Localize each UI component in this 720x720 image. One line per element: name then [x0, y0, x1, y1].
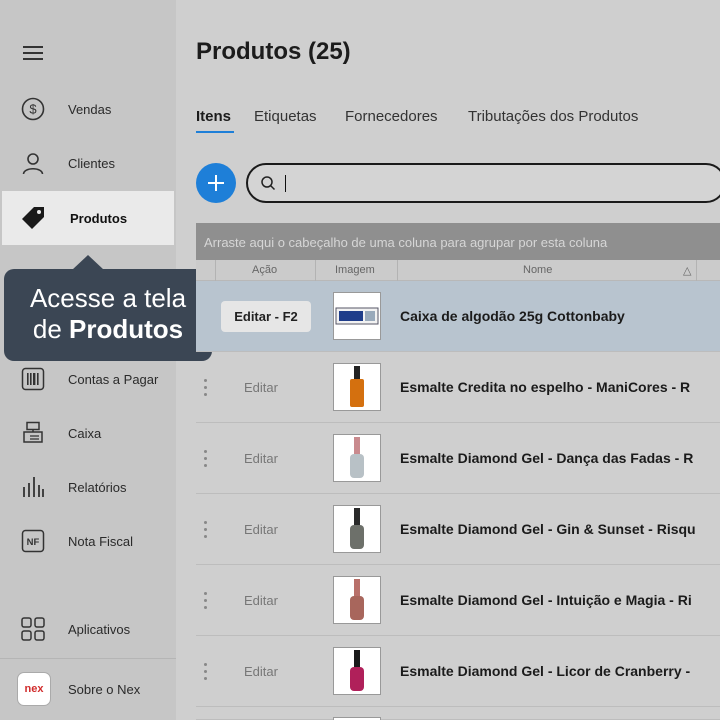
row-menu-icon[interactable] — [204, 379, 208, 397]
column-header-acao[interactable]: Ação — [252, 264, 277, 276]
product-image — [333, 292, 381, 340]
sidebar-item-label: Nota Fiscal — [68, 533, 134, 549]
sidebar-item-label: Clientes — [68, 155, 115, 171]
product-name: Esmalte Diamond Gel - Licor de Cranberry… — [400, 663, 691, 679]
sidebar-item-label: Relatórios — [68, 479, 127, 495]
sidebar-item-label: Sobre o Nex — [68, 681, 141, 697]
sidebar-item-relatorios[interactable]: Relatórios — [0, 460, 176, 514]
sidebar-item-label: Produtos — [70, 210, 128, 226]
dollar-icon: $ — [20, 96, 46, 122]
table-row[interactable]: Editar Esmalte Credita no espelho - Mani… — [196, 352, 720, 423]
sidebar-item-vendas[interactable]: $ Vendas — [0, 82, 176, 136]
table-row[interactable]: Editar Esmalte Diamond Gel - Dança das F… — [196, 423, 720, 494]
grid-column-header: Ação Imagem Nome △ — [196, 260, 720, 281]
tooltip-line-2: de Produtos — [32, 314, 184, 344]
sidebar-item-clientes[interactable]: Clientes — [0, 136, 176, 190]
apps-grid-icon — [20, 616, 46, 642]
table-row[interactable]: Editar - F2 Caixa de algodão 25g Cottonb… — [196, 281, 720, 352]
sidebar-item-produtos[interactable]: Produtos — [2, 191, 174, 245]
sidebar-item-nota-fiscal[interactable]: NF Nota Fiscal — [0, 514, 176, 568]
text-caret — [285, 175, 286, 192]
tab-tributacoes[interactable]: Tributações dos Produtos — [468, 108, 638, 125]
cash-register-icon — [20, 420, 46, 446]
search-box — [246, 163, 720, 203]
tooltip-line-1: Acesse a tela — [29, 283, 187, 313]
product-image — [333, 363, 381, 411]
menu-icon[interactable] — [23, 46, 43, 60]
nf-icon-text: NF — [27, 537, 40, 548]
user-icon — [20, 150, 46, 176]
sidebar-item-label: Vendas — [68, 101, 112, 117]
search-icon — [261, 176, 276, 191]
sidebar-item-sobre[interactable]: Sobre o Nex — [0, 662, 176, 716]
add-product-button[interactable] — [196, 163, 236, 203]
column-header-imagem[interactable]: Imagem — [335, 264, 375, 276]
row-menu-icon[interactable] — [204, 521, 208, 539]
sort-ascending-icon[interactable]: △ — [683, 264, 691, 277]
product-image — [333, 576, 381, 624]
group-by-drop-area[interactable]: Arraste aqui o cabeçalho de uma coluna p… — [196, 223, 720, 260]
product-image — [333, 505, 381, 553]
product-name: Esmalte Diamond Gel - Dança das Fadas - … — [400, 450, 694, 466]
tab-itens[interactable]: Itens — [196, 108, 231, 125]
product-image — [333, 647, 381, 695]
product-name: Esmalte Diamond Gel - Gin & Sunset - Ris… — [400, 521, 696, 537]
table-row[interactable]: Editar Esmalte Diamond Gel - Licor de Cr… — [196, 636, 720, 707]
edit-link[interactable]: Editar — [244, 380, 278, 395]
sidebar-item-aplicativos[interactable]: Aplicativos — [0, 602, 176, 656]
edit-link[interactable]: Editar — [244, 522, 278, 537]
edit-link[interactable]: Editar — [244, 593, 278, 608]
tab-active-indicator — [196, 131, 234, 133]
edit-link[interactable]: Editar — [244, 451, 278, 466]
tooltip: Acesse a tela de Produtos — [4, 269, 212, 361]
tab-fornecedores[interactable]: Fornecedores — [345, 108, 438, 125]
tooltip-arrow — [72, 255, 104, 270]
product-name: Esmalte Diamond Gel - Intuição e Magia -… — [400, 592, 692, 608]
divider — [0, 658, 176, 659]
row-menu-icon[interactable] — [204, 450, 208, 468]
product-image — [333, 434, 381, 482]
sidebar-item-label: Contas a Pagar — [68, 371, 159, 387]
table-row[interactable] — [196, 707, 720, 720]
sidebar-item-caixa[interactable]: Caixa — [0, 406, 176, 460]
column-header-nome[interactable]: Nome — [523, 264, 552, 276]
page-title: Produtos (25) — [196, 38, 351, 65]
nf-icon: NF — [20, 528, 46, 554]
plus-icon — [208, 175, 224, 191]
sidebar-item-label: Caixa — [68, 425, 102, 441]
product-name: Caixa de algodão 25g Cottonbaby — [400, 308, 625, 324]
svg-text:$: $ — [29, 102, 37, 117]
tag-icon — [20, 205, 46, 231]
edit-link[interactable]: Editar — [244, 664, 278, 679]
tab-etiquetas[interactable]: Etiquetas — [254, 108, 317, 125]
edit-button[interactable]: Editar - F2 — [221, 301, 311, 332]
table-row[interactable]: Editar Esmalte Diamond Gel - Gin & Sunse… — [196, 494, 720, 565]
sidebar-item-label: Aplicativos — [68, 621, 131, 637]
row-menu-icon[interactable] — [204, 663, 208, 681]
table-row[interactable]: Editar Esmalte Diamond Gel - Intuição e … — [196, 565, 720, 636]
row-menu-icon[interactable] — [204, 592, 208, 610]
product-name: Esmalte Credita no espelho - ManiCores -… — [400, 379, 691, 395]
barcode-icon — [20, 366, 46, 392]
search-input[interactable] — [284, 173, 684, 193]
bar-chart-icon — [20, 474, 46, 500]
